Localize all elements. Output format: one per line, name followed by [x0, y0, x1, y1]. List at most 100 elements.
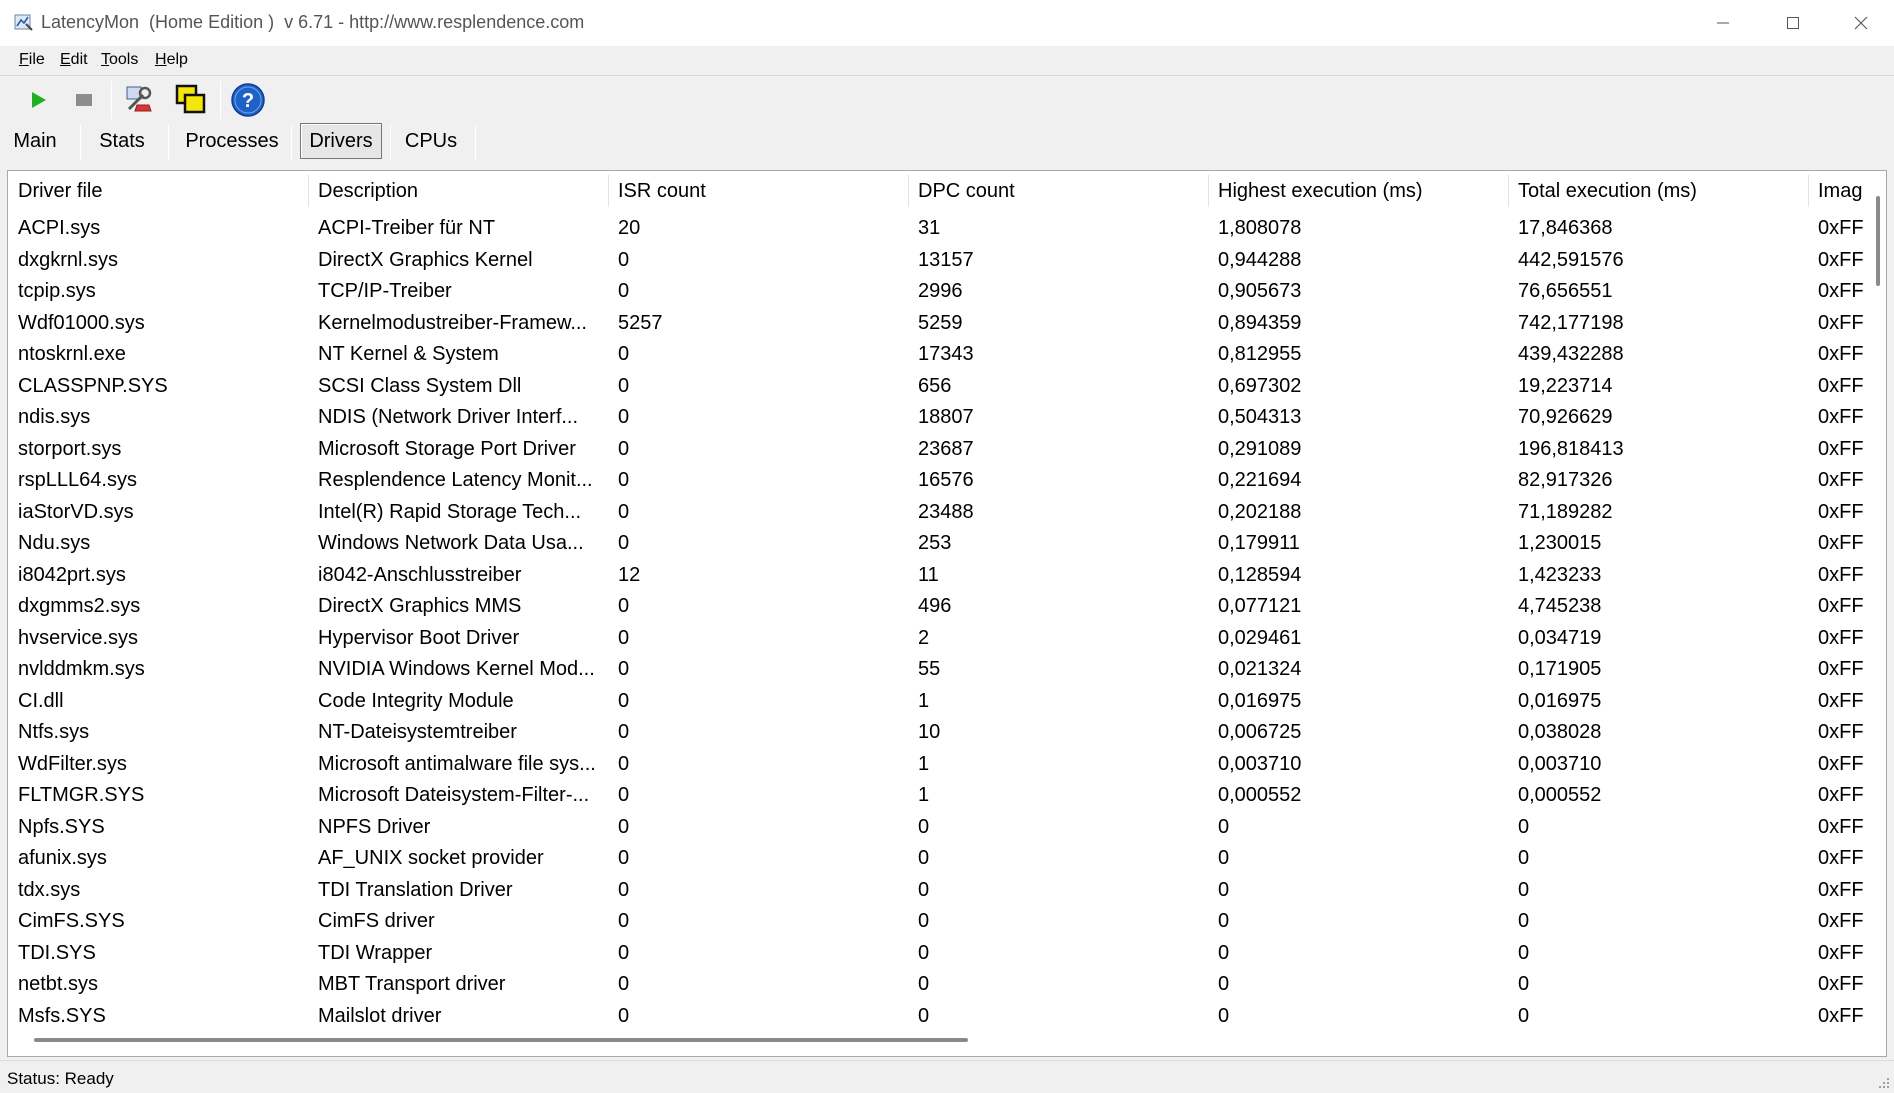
- cell-driver-file: afunix.sys: [18, 847, 107, 869]
- cell-total-execution: 71,189282: [1518, 500, 1613, 523]
- cell-isr-count: 0: [618, 343, 630, 365]
- tab-drivers[interactable]: Drivers: [300, 123, 382, 159]
- cell-total-execution: 4,745238: [1518, 595, 1602, 617]
- column-header-image-base[interactable]: Imag: [1808, 171, 1868, 211]
- menu-bar: File Edit Tools Help: [0, 46, 1894, 76]
- cell-image-base: 0xFF: [1818, 626, 1864, 649]
- table-row[interactable]: TDI.SYS TDI Wrapper 0 0 0 0 0xFF: [8, 938, 1886, 970]
- menu-help[interactable]: Help: [155, 51, 188, 69]
- table-row[interactable]: WdFilter.sys Microsoft antimalware file s…: [8, 749, 1886, 781]
- cell-dpc-count: 0: [918, 973, 930, 995]
- cell-highest-execution: 0,944288: [1218, 248, 1302, 271]
- column-header-description[interactable]: Description: [308, 171, 608, 211]
- table-row[interactable]: CI.dll Code Integrity Module 0 1 0,016975 0,0…: [8, 686, 1886, 718]
- cell-description: DirectX Graphics Kernel: [318, 248, 533, 271]
- cell-driver-file: FLTMGR.SYS: [18, 784, 145, 806]
- title-bar: LatencyMon (Home Edition ) v 6.71 - http…: [0, 0, 1894, 46]
- cell-highest-execution: 0: [1218, 973, 1230, 995]
- help-button[interactable]: ?: [229, 81, 267, 119]
- tab-separator: [168, 124, 169, 160]
- table-row[interactable]: Wdf01000.sys Kernelmodustreiber-Framew...…: [8, 308, 1886, 340]
- cell-isr-count: 0: [618, 721, 630, 743]
- table-row[interactable]: tcpip.sys TCP/IP-Treiber 0 2996 0,905673 76,6…: [8, 276, 1886, 308]
- windows-button[interactable]: [172, 81, 210, 119]
- cell-total-execution: 439,432288: [1518, 343, 1624, 365]
- cell-description: TCP/IP-Treiber: [318, 280, 452, 302]
- table-row[interactable]: FLTMGR.SYS Microsoft Dateisystem-Filter-.…: [8, 780, 1886, 812]
- window-title: LatencyMon (Home Edition ) v 6.71 - http…: [41, 12, 585, 32]
- table-row[interactable]: ACPI.sys ACPI-Treiber für NT 20 31 1,808078 1…: [8, 213, 1886, 245]
- cell-description: TDI Translation Driver: [318, 878, 513, 901]
- table-row[interactable]: CimFS.SYS CimFS driver 0 0 0 0 0xFF: [8, 906, 1886, 938]
- cell-driver-file: dxgmms2.sys: [18, 595, 141, 617]
- cell-highest-execution: 0,812955: [1218, 343, 1302, 365]
- cell-isr-count: 0: [618, 910, 630, 932]
- table-row[interactable]: ntoskrnl.exe NT Kernel & System 0 17343 0,81…: [8, 339, 1886, 371]
- table-row[interactable]: hvservice.sys Hypervisor Boot Driver 0 2 0,0…: [8, 623, 1886, 655]
- toolbar-separator: [220, 81, 221, 119]
- table-row[interactable]: netbt.sys MBT Transport driver 0 0 0 0 0xFF: [8, 969, 1886, 1001]
- stop-button[interactable]: [65, 81, 103, 119]
- vertical-scrollbar-thumb[interactable]: [1876, 196, 1880, 286]
- cell-dpc-count: 2: [918, 626, 930, 649]
- cell-description: NVIDIA Windows Kernel Mod...: [318, 658, 595, 680]
- start-button[interactable]: [19, 81, 57, 119]
- column-header-total-execution[interactable]: Total execution (ms): [1508, 171, 1808, 211]
- table-row[interactable]: Ndu.sys Windows Network Data Usa... 0 253 0,…: [8, 528, 1886, 560]
- cell-isr-count: 0: [618, 626, 630, 649]
- cell-total-execution: 0,038028: [1518, 721, 1602, 743]
- maximize-button[interactable]: [1758, 0, 1828, 46]
- tab-processes[interactable]: Processes: [178, 123, 286, 159]
- cell-isr-count: 5257: [618, 311, 663, 334]
- cell-image-base: 0xFF: [1818, 973, 1864, 995]
- resize-grip-icon[interactable]: [1876, 1075, 1890, 1089]
- table-row[interactable]: ndis.sys NDIS (Network Driver Interf... 0 1…: [8, 402, 1886, 434]
- table-row[interactable]: afunix.sys AF_UNIX socket provider 0 0 0 0 0xF…: [8, 843, 1886, 875]
- cell-dpc-count: 0: [918, 847, 930, 869]
- table-row[interactable]: dxgmms2.sys DirectX Graphics MMS 0 496 0,077…: [8, 591, 1886, 623]
- cell-description: Code Integrity Module: [318, 689, 514, 712]
- table-row[interactable]: dxgkrnl.sys DirectX Graphics Kernel 0 13157…: [8, 245, 1886, 277]
- cell-total-execution: 0,000552: [1518, 784, 1602, 806]
- cell-description: NPFS Driver: [318, 815, 431, 838]
- svg-text:?: ?: [242, 90, 254, 112]
- horizontal-scrollbar-thumb[interactable]: [34, 1038, 968, 1042]
- tab-main[interactable]: Main: [4, 123, 66, 159]
- table-row[interactable]: iaStorVD.sys Intel(R) Rapid Storage Tech.…: [8, 497, 1886, 529]
- table-row[interactable]: rspLLL64.sys Resplendence Latency Monit..…: [8, 465, 1886, 497]
- table-row[interactable]: nvlddmkm.sys NVIDIA Windows Kernel Mod...…: [8, 654, 1886, 686]
- table-row[interactable]: tdx.sys TDI Translation Driver 0 0 0 0 0xFF: [8, 875, 1886, 907]
- table-row[interactable]: storport.sys Microsoft Storage Port Drive…: [8, 434, 1886, 466]
- column-header-isr-count[interactable]: ISR count: [608, 171, 908, 211]
- table-row[interactable]: i8042prt.sys i8042-Anschlusstreiber 12 11 0,…: [8, 560, 1886, 592]
- column-header-driver-file[interactable]: Driver file: [8, 171, 308, 211]
- tab-processes-label: Processes: [185, 129, 279, 152]
- close-button[interactable]: [1826, 0, 1894, 46]
- tab-stats[interactable]: Stats: [90, 123, 154, 159]
- cell-image-base: 0xFF: [1818, 689, 1864, 712]
- cell-dpc-count: 17343: [918, 343, 974, 365]
- tools-button[interactable]: [121, 81, 159, 119]
- close-icon: [1854, 16, 1868, 30]
- menu-file[interactable]: File: [19, 51, 45, 69]
- table-row[interactable]: CLASSPNP.SYS SCSI Class System Dll 0 656 0,6…: [8, 371, 1886, 403]
- table-row[interactable]: Npfs.SYS NPFS Driver 0 0 0 0 0xFF: [8, 812, 1886, 844]
- menu-tools[interactable]: Tools: [101, 51, 138, 69]
- cell-driver-file: rspLLL64.sys: [18, 469, 137, 491]
- cell-total-execution: 0,171905: [1518, 658, 1602, 680]
- menu-edit[interactable]: Edit: [60, 51, 88, 69]
- cell-total-execution: 1,230015: [1518, 532, 1602, 554]
- minimize-button[interactable]: [1688, 0, 1758, 46]
- cell-total-execution: 17,846368: [1518, 217, 1613, 239]
- table-row[interactable]: Ntfs.sys NT-Dateisystemtreiber 0 10 0,006725…: [8, 717, 1886, 749]
- column-header-dpc-count[interactable]: DPC count: [908, 171, 1208, 211]
- drivers-list[interactable]: Driver file Description ISR count DPC co…: [7, 170, 1887, 1057]
- tools-icon: [126, 86, 152, 112]
- cell-description: CimFS driver: [318, 910, 435, 932]
- cell-isr-count: 20: [618, 217, 641, 239]
- cell-image-base: 0xFF: [1818, 500, 1864, 523]
- table-row[interactable]: Msfs.SYS Mailslot driver 0 0 0 0 0xFF: [8, 1001, 1886, 1033]
- tab-main-label: Main: [13, 129, 57, 152]
- tab-cpus[interactable]: CPUs: [398, 123, 464, 159]
- column-header-highest-execution[interactable]: Highest execution (ms): [1208, 171, 1508, 211]
